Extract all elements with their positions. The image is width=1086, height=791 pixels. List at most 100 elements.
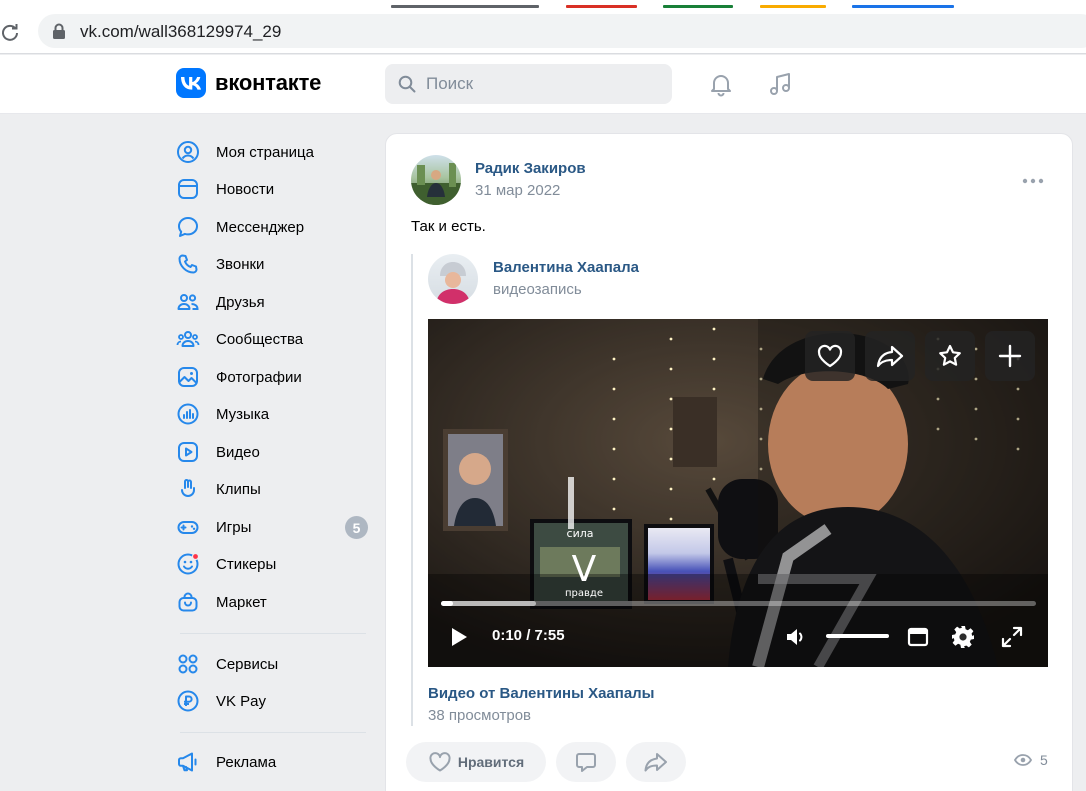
star-icon bbox=[937, 343, 963, 369]
nav-item-ads[interactable]: Реклама bbox=[176, 745, 371, 779]
views-count: 5 bbox=[1040, 752, 1048, 768]
search-icon bbox=[385, 75, 416, 93]
share-button[interactable] bbox=[626, 742, 686, 782]
plus-icon bbox=[998, 344, 1022, 368]
settings-button[interactable] bbox=[950, 624, 976, 650]
video-overlay-text-bottom: правде bbox=[565, 588, 603, 599]
fullscreen-button[interactable] bbox=[1001, 626, 1023, 648]
repost-author-avatar[interactable] bbox=[428, 254, 478, 304]
eye-icon bbox=[1014, 754, 1032, 766]
post-text: Так и есть. bbox=[411, 218, 486, 235]
nav-item-video[interactable]: Видео bbox=[176, 435, 371, 469]
wall-post: Радик Закиров 31 мар 2022 Так и есть. Ва… bbox=[385, 133, 1073, 791]
video-add-button[interactable] bbox=[985, 331, 1035, 381]
video-player[interactable]: сила V правде 0:10 / 7:55 bbox=[428, 319, 1048, 667]
services-icon bbox=[176, 652, 204, 676]
tab-indicator[interactable] bbox=[663, 5, 733, 8]
tab-indicator[interactable] bbox=[852, 5, 954, 8]
nav-label: Игры bbox=[216, 518, 252, 536]
share-icon bbox=[643, 751, 669, 773]
volume-button[interactable] bbox=[784, 625, 808, 649]
tab-indicator[interactable] bbox=[760, 5, 826, 8]
nav-item-music[interactable]: Музыка bbox=[176, 397, 371, 431]
volume-slider[interactable] bbox=[826, 634, 889, 638]
video-time: 0:10 / 7:55 bbox=[492, 627, 565, 644]
browser-toolbar: vk.com/wall368129974_29 bbox=[0, 10, 1086, 54]
video-overlay-text-top: сила bbox=[567, 527, 594, 540]
search-box[interactable] bbox=[385, 64, 672, 104]
play-button[interactable] bbox=[449, 626, 469, 648]
nav-item-my-page[interactable]: Моя страница bbox=[176, 135, 371, 169]
post-author[interactable]: Радик Закиров bbox=[475, 160, 586, 177]
repost-author[interactable]: Валентина Хаапала bbox=[493, 259, 639, 276]
gear-icon bbox=[950, 624, 976, 650]
tab-indicator[interactable] bbox=[566, 5, 637, 8]
nav-item-friends[interactable]: Друзья bbox=[176, 285, 371, 319]
fullscreen-icon bbox=[1001, 626, 1023, 648]
video-share-button[interactable] bbox=[865, 331, 915, 381]
author-avatar[interactable] bbox=[411, 155, 461, 205]
nav-item-communities[interactable]: Сообщества bbox=[176, 322, 371, 356]
logo-text: вконтакте bbox=[215, 70, 322, 95]
nav-label: Мессенджер bbox=[216, 218, 305, 236]
like-button[interactable]: Нравится bbox=[406, 742, 546, 782]
nav-item-calls[interactable]: Звонки bbox=[176, 247, 371, 281]
bell-icon[interactable] bbox=[707, 70, 735, 98]
nav-item-news[interactable]: Новости bbox=[176, 172, 371, 206]
message-icon bbox=[176, 215, 204, 239]
nav-label: Новости bbox=[216, 180, 275, 198]
nav-item-photos[interactable]: Фотографии bbox=[176, 360, 371, 394]
site-header: вконтакте bbox=[0, 55, 1086, 114]
reload-icon[interactable] bbox=[0, 22, 20, 42]
video-progress-fill bbox=[441, 601, 453, 606]
duration: 7:55 bbox=[534, 627, 565, 644]
nav-label: Музыка bbox=[216, 405, 270, 423]
video-overlay-letter: V bbox=[572, 549, 597, 590]
volume-icon bbox=[784, 625, 808, 649]
time-separator: / bbox=[522, 627, 535, 644]
nav-label: Реклама bbox=[216, 753, 277, 771]
share-icon bbox=[875, 343, 905, 369]
photo-icon bbox=[176, 365, 204, 389]
nav-divider bbox=[180, 633, 366, 634]
friends-icon bbox=[176, 290, 204, 314]
miniplayer-button[interactable] bbox=[907, 627, 929, 647]
nav-item-messenger[interactable]: Мессенджер bbox=[176, 210, 371, 244]
phone-icon bbox=[176, 252, 204, 276]
music-icon[interactable] bbox=[766, 70, 794, 98]
gamepad-icon bbox=[176, 515, 204, 539]
clips-icon bbox=[176, 477, 204, 501]
nav-label: Сервисы bbox=[216, 655, 279, 673]
video-like-button[interactable] bbox=[805, 331, 855, 381]
more-icon[interactable] bbox=[1022, 178, 1044, 184]
video-favorite-button[interactable] bbox=[925, 331, 975, 381]
repost-subtitle: видеозапись bbox=[493, 281, 582, 298]
nav-item-clips[interactable]: Клипы bbox=[176, 472, 371, 506]
music-icon bbox=[176, 402, 204, 426]
comment-icon bbox=[574, 750, 598, 774]
search-input[interactable] bbox=[426, 74, 656, 94]
address-bar[interactable]: vk.com/wall368129974_29 bbox=[38, 14, 1086, 48]
nav-item-market[interactable]: Маркет bbox=[176, 585, 371, 619]
nav-item-vkpay[interactable]: VK Pay bbox=[176, 684, 371, 718]
nav-item-services[interactable]: Сервисы bbox=[176, 647, 371, 681]
nav-item-stickers[interactable]: Стикеры bbox=[176, 547, 371, 581]
vk-logo[interactable]: вконтакте bbox=[176, 68, 321, 98]
like-label: Нравится bbox=[457, 754, 525, 770]
nav-label: Фотографии bbox=[216, 368, 302, 386]
vkpay-icon bbox=[176, 689, 204, 713]
nav-label: Стикеры bbox=[216, 555, 277, 573]
vk-logo-icon bbox=[176, 68, 206, 98]
tab-indicator[interactable] bbox=[391, 5, 539, 8]
lock-icon bbox=[52, 23, 66, 39]
repost-line bbox=[411, 254, 413, 726]
url-text[interactable]: vk.com/wall368129974_29 bbox=[80, 22, 281, 42]
megaphone-icon bbox=[176, 750, 204, 774]
comment-button[interactable] bbox=[556, 742, 616, 782]
news-icon bbox=[176, 177, 204, 201]
post-date[interactable]: 31 мар 2022 bbox=[475, 182, 560, 199]
video-progress-bar[interactable] bbox=[441, 601, 1036, 606]
user-circle-icon bbox=[176, 140, 204, 164]
nav-item-games[interactable]: Игры 5 bbox=[176, 510, 371, 544]
video-title[interactable]: Видео от Валентины Хаапалы bbox=[428, 685, 655, 702]
